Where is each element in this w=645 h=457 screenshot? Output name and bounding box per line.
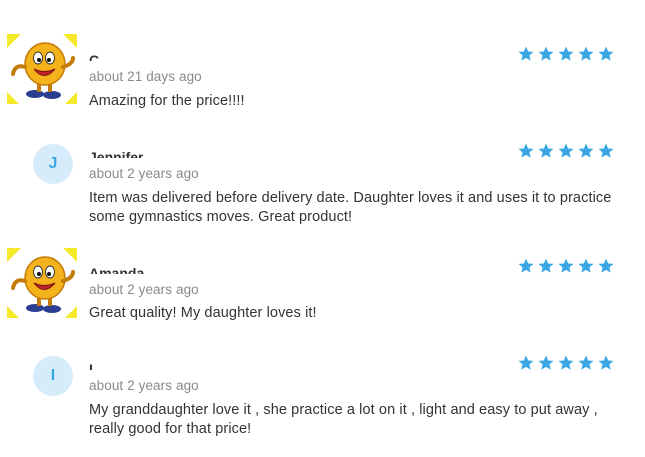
star-icon <box>518 143 534 158</box>
review-list: C... about 21 days ago Amazing for the p… <box>0 0 645 457</box>
reviewer-name: Jennifer <box>89 149 144 158</box>
star-rating <box>517 45 615 63</box>
star-icon <box>518 46 534 61</box>
star-icon <box>578 143 594 158</box>
smiley-cartoon-icon <box>7 34 77 104</box>
avatar: I <box>33 356 73 396</box>
star-icon <box>538 258 554 273</box>
star-icon <box>598 258 614 273</box>
review-text: Amazing for the price!!!! <box>89 93 245 109</box>
star-icon <box>598 143 614 158</box>
star-icon <box>578 46 594 61</box>
review-time: about 2 years ago <box>89 166 199 181</box>
avatar: J <box>33 144 73 184</box>
star-icon <box>598 355 614 370</box>
star-icon <box>558 143 574 158</box>
reviewer-name: C... <box>89 52 111 61</box>
review-text: My granddaughter love it , she practice … <box>89 402 598 437</box>
review-time: about 2 years ago <box>89 282 199 297</box>
reviewer-name: I... <box>89 361 105 370</box>
star-icon <box>538 143 554 158</box>
star-rating <box>517 354 615 372</box>
smiley-cartoon-icon <box>7 248 77 318</box>
star-icon <box>598 46 614 61</box>
star-icon <box>578 355 594 370</box>
star-icon <box>538 46 554 61</box>
review-text: Item was delivered before delivery date.… <box>89 190 612 225</box>
review-time: about 2 years ago <box>89 378 199 393</box>
star-rating <box>517 142 615 160</box>
star-icon <box>558 258 574 273</box>
star-icon <box>518 355 534 370</box>
star-icon <box>558 355 574 370</box>
star-icon <box>578 258 594 273</box>
review-text: Great quality! My daughter loves it! <box>89 305 317 321</box>
review-time: about 21 days ago <box>89 69 202 84</box>
star-icon <box>538 355 554 370</box>
star-icon <box>518 258 534 273</box>
reviewer-name: Amanda <box>89 265 145 274</box>
star-icon <box>558 46 574 61</box>
star-rating <box>517 257 615 275</box>
